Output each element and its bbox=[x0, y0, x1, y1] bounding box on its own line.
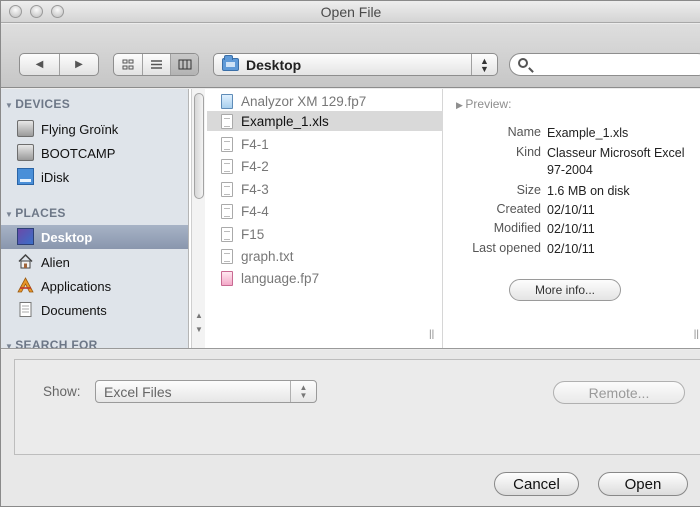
column-resize-handle[interactable]: || bbox=[694, 329, 699, 340]
toolbar: ◀ ▶ Desktop ▲ ▼ bbox=[1, 24, 700, 88]
file-type-popup[interactable]: Excel Files ▲ ▼ bbox=[95, 380, 317, 403]
sidebar-item-bootcamp[interactable]: BOOTCAMP bbox=[1, 141, 188, 165]
document-icon bbox=[221, 182, 233, 197]
window-title: Open File bbox=[320, 4, 382, 20]
folder-icon bbox=[222, 55, 239, 71]
preview-header[interactable]: ▶ Preview: bbox=[456, 97, 511, 111]
sidebar: ▼ DEVICES Flying Groïnk BOOTCAMP iDisk ▼ P… bbox=[1, 89, 189, 348]
search-input[interactable] bbox=[536, 56, 696, 73]
list-view-button[interactable] bbox=[142, 54, 170, 75]
dialog-footer: Show: Excel Files ▲ ▼ Remote... Cancel Op… bbox=[1, 350, 700, 506]
document-icon bbox=[221, 159, 233, 174]
sidebar-item-documents[interactable]: Documents bbox=[1, 298, 188, 322]
preview-pane: ▶ Preview: Name Example_1.xls Kind Class… bbox=[444, 89, 700, 348]
up-down-arrows-icon: ▲ ▼ bbox=[471, 54, 497, 75]
more-info-button[interactable]: More info... bbox=[509, 279, 621, 301]
disclosure-triangle-icon: ▼ bbox=[5, 342, 14, 348]
list-view-icon bbox=[151, 60, 162, 69]
file-item[interactable]: F4-3 bbox=[207, 179, 443, 199]
forward-arrow-icon: ▶ bbox=[75, 59, 83, 70]
search-icon bbox=[518, 58, 528, 68]
document-icon bbox=[221, 114, 233, 129]
file-item[interactable]: graph.txt bbox=[207, 246, 443, 266]
hard-drive-icon bbox=[17, 120, 34, 137]
document-icon bbox=[221, 137, 233, 152]
document-icon bbox=[221, 204, 233, 219]
sidebar-scrollbar[interactable]: ▲ ▼ bbox=[191, 89, 205, 348]
search-field[interactable] bbox=[509, 53, 700, 76]
file-item[interactable]: F4-2 bbox=[207, 156, 443, 176]
file-item[interactable]: F4-4 bbox=[207, 201, 443, 221]
icon-view-icon bbox=[122, 59, 134, 70]
scroll-down-icon[interactable]: ▼ bbox=[195, 325, 203, 334]
applications-icon bbox=[17, 277, 34, 293]
location-label: Desktop bbox=[246, 57, 302, 73]
column-view-button[interactable] bbox=[170, 54, 198, 75]
title-bar: Open File bbox=[1, 1, 700, 23]
document-icon bbox=[221, 227, 233, 242]
cancel-button[interactable]: Cancel bbox=[494, 472, 579, 496]
home-icon bbox=[18, 253, 33, 269]
scroll-up-icon[interactable]: ▲ bbox=[195, 311, 203, 320]
icon-view-button[interactable] bbox=[114, 54, 142, 75]
up-down-arrows-icon: ▲ ▼ bbox=[290, 381, 316, 402]
file-item-selected[interactable]: Example_1.xls bbox=[207, 111, 443, 131]
file-column: Analyzor XM 129.fp7 Example_1.xls F4-1 F… bbox=[207, 89, 443, 348]
show-label: Show: bbox=[43, 384, 81, 399]
file-item[interactable]: F15 bbox=[207, 224, 443, 244]
documents-icon bbox=[19, 302, 32, 317]
text-file-icon bbox=[221, 249, 233, 264]
desktop-icon bbox=[17, 228, 34, 245]
forward-button[interactable]: ▶ bbox=[58, 54, 98, 75]
filemaker-icon bbox=[221, 94, 233, 109]
open-button[interactable]: Open bbox=[598, 472, 688, 496]
disclosure-triangle-icon: ▶ bbox=[456, 100, 466, 110]
sidebar-item-alien[interactable]: Alien bbox=[1, 250, 188, 274]
sidebar-item-desktop[interactable]: Desktop bbox=[1, 225, 188, 249]
disclosure-triangle-icon: ▼ bbox=[5, 101, 14, 110]
places-header[interactable]: ▼ PLACES bbox=[5, 206, 66, 220]
hard-drive-icon bbox=[17, 144, 34, 161]
options-box bbox=[14, 359, 700, 455]
location-popup[interactable]: Desktop ▲ ▼ bbox=[213, 53, 498, 76]
back-arrow-icon: ◀ bbox=[35, 59, 44, 70]
column-view-icon bbox=[178, 59, 191, 70]
file-item[interactable]: F4-1 bbox=[207, 134, 443, 154]
back-forward-control: ◀ ▶ bbox=[19, 53, 99, 76]
devices-header[interactable]: ▼ DEVICES bbox=[5, 97, 70, 111]
file-browser: ▼ DEVICES Flying Groïnk BOOTCAMP iDisk ▼ P… bbox=[1, 89, 700, 349]
sidebar-scroll-thumb[interactable] bbox=[194, 93, 204, 199]
file-type-value: Excel Files bbox=[104, 384, 172, 400]
disclosure-triangle-icon: ▼ bbox=[5, 210, 14, 219]
remote-button[interactable]: Remote... bbox=[553, 381, 685, 404]
search-for-header[interactable]: ▼ SEARCH FOR bbox=[5, 338, 98, 348]
file-item[interactable]: language.fp7 bbox=[207, 268, 443, 288]
back-button[interactable]: ◀ bbox=[20, 54, 59, 75]
sidebar-item-idisk[interactable]: iDisk bbox=[1, 165, 188, 189]
idisk-icon bbox=[17, 168, 34, 185]
file-item[interactable]: Analyzor XM 129.fp7 bbox=[207, 91, 443, 111]
filemaker-icon bbox=[221, 271, 233, 286]
sidebar-item-applications[interactable]: Applications bbox=[1, 274, 188, 298]
view-mode-control bbox=[113, 53, 199, 76]
sidebar-item-flying-groink[interactable]: Flying Groïnk bbox=[1, 117, 188, 141]
open-file-dialog: Open File ◀ ▶ Desktop ▲ ▼ ▼ DEVICES Flyi… bbox=[0, 0, 700, 507]
column-resize-handle[interactable]: || bbox=[429, 329, 434, 340]
